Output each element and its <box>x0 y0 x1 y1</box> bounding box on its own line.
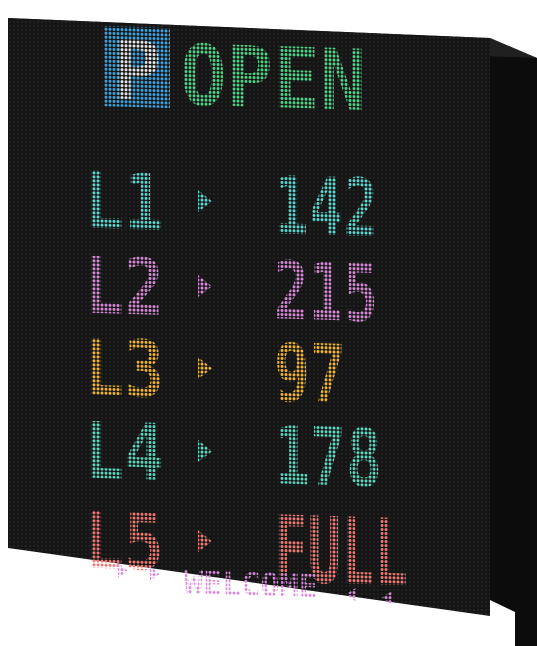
panel-side <box>490 38 537 646</box>
led-sign-scene: P OPEN L1 142 L2 215 L3 97 L4 178 L5 FULL WELCOME <box>0 0 537 646</box>
level-value: 97 <box>274 326 346 421</box>
level-value: 178 <box>274 409 382 505</box>
level-label: L2 <box>84 242 164 334</box>
level-label: L1 <box>84 157 164 249</box>
parking-symbol: P <box>112 23 161 119</box>
status-text: OPEN <box>180 26 366 130</box>
level-label: L4 <box>84 407 164 499</box>
footer-welcome-text: WELCOME <box>184 564 318 606</box>
led-sign: P OPEN L1 142L2 215L3 97L4 178L5 FULL WELCOME <box>8 18 537 646</box>
level-label: L3 <box>84 324 164 416</box>
level-value: 142 <box>274 159 378 255</box>
